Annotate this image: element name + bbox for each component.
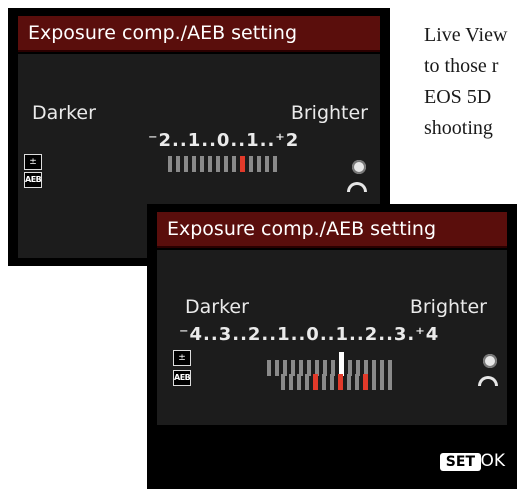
darker-label: Darker [32, 102, 96, 124]
meter-tick [200, 156, 204, 172]
exposure-compensation-icon: ± [173, 350, 191, 366]
set-button[interactable]: SET [439, 453, 481, 471]
exposure-scale: ⁻2..1..0..1..⁺2 [148, 130, 300, 151]
meter-tick [347, 374, 351, 390]
aeb-bracket-marker [338, 374, 343, 390]
article-line: shooting [424, 117, 493, 139]
quick-control-dial-icon [483, 354, 497, 368]
brighter-label: Brighter [290, 102, 368, 124]
ok-label: OK [480, 451, 505, 471]
aeb-bracket-marker [313, 374, 318, 390]
meter-tick [192, 156, 196, 172]
camera-screen-front: Exposure comp./AEB setting Darker Bright… [147, 204, 517, 489]
article-line: Live View [424, 24, 508, 46]
meter-tick [355, 374, 359, 390]
meter-tick [208, 156, 212, 172]
exposure-scale: ⁻4..3..2..1..0..1..2..3.⁺4 [179, 324, 440, 345]
aeb-icon: AEB [173, 370, 191, 386]
aeb-bracket-marker [363, 374, 368, 390]
meter-indicator [339, 352, 344, 376]
meter-tick [330, 374, 334, 390]
meter-tick [275, 360, 279, 376]
exposure-comp-meter[interactable] [267, 352, 396, 376]
meter-tick [249, 156, 253, 172]
menu-title: Exposure comp./AEB setting [18, 16, 380, 52]
meter-tick [216, 156, 220, 172]
article-line: EOS 5D [424, 86, 492, 108]
darker-label: Darker [185, 296, 249, 318]
meter-tick [257, 156, 261, 172]
meter-tick [380, 374, 384, 390]
meter-tick [297, 374, 301, 390]
meter-tick [372, 374, 376, 390]
meter-tick [322, 374, 326, 390]
brighter-label: Brighter [409, 296, 487, 318]
meter-indicator [240, 156, 245, 172]
meter-tick [265, 156, 269, 172]
meter-tick [184, 156, 188, 172]
meter-tick [289, 374, 293, 390]
aeb-meter[interactable] [281, 374, 396, 390]
meter-tick [224, 156, 228, 172]
meter-tick [267, 360, 271, 376]
main-dial-icon [478, 376, 498, 386]
meter-tick [273, 156, 277, 172]
meter-tick [305, 374, 309, 390]
menu-title: Exposure comp./AEB setting [157, 212, 507, 248]
setting-panel: Darker Brighter ⁻4..3..2..1..0..1..2..3.… [157, 250, 507, 425]
article-line: to those r [424, 55, 499, 77]
main-dial-icon [347, 182, 367, 192]
exposure-compensation-icon: ± [24, 154, 42, 170]
exposure-meter[interactable] [168, 156, 281, 172]
meter-tick [176, 156, 180, 172]
quick-control-dial-icon [352, 160, 366, 174]
meter-tick [232, 156, 236, 172]
meter-tick [168, 156, 172, 172]
aeb-icon: AEB [24, 172, 42, 188]
meter-tick [388, 374, 392, 390]
meter-tick [281, 374, 285, 390]
